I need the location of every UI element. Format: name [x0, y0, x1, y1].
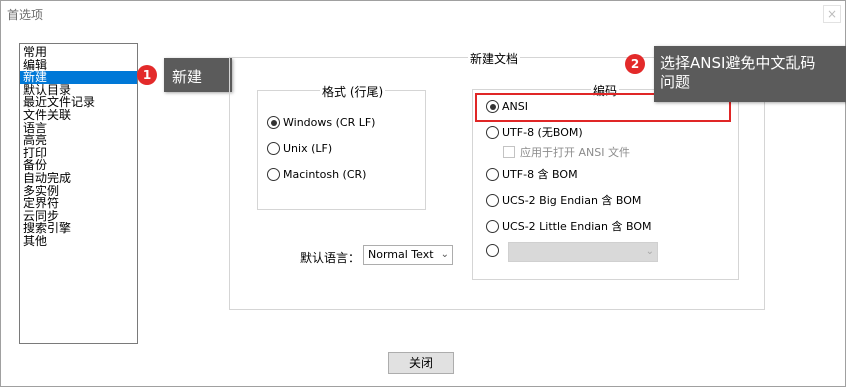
category-item[interactable]: 语言	[20, 122, 137, 135]
callout-ansi-line2: 问题	[660, 73, 691, 91]
format-option-label: Macintosh (CR)	[283, 168, 367, 181]
callout-ansi-tip: 选择ANSI避免中文乱码 问题	[654, 46, 846, 102]
radio-icon[interactable]	[486, 219, 499, 233]
encoding-option-utf8-bom[interactable]: UTF-8 含 BOM	[486, 166, 578, 182]
radio-icon[interactable]	[267, 168, 280, 181]
radio-icon[interactable]	[486, 167, 499, 181]
close-button[interactable]: 关闭	[388, 352, 454, 374]
encoding-option-ucs2-le[interactable]: UCS-2 Little Endian 含 BOM	[486, 218, 651, 234]
callout-badge-1: 1	[137, 65, 157, 85]
category-item[interactable]: 其他	[20, 235, 137, 248]
category-item[interactable]: 搜索引擎	[20, 222, 137, 235]
radio-icon[interactable]	[486, 125, 499, 139]
callout-new: 新建	[164, 58, 232, 92]
format-option-windows[interactable]: Windows (CR LF)	[267, 116, 375, 129]
chevron-down-icon[interactable]: ⌄	[441, 246, 449, 264]
callout-new-text: 新建	[172, 68, 203, 86]
format-option-label: Unix (LF)	[283, 142, 333, 155]
format-group-title: 格式 (行尾)	[320, 83, 386, 100]
apply-ansi-label: 应用于打开 ANSI 文件	[520, 146, 630, 159]
category-item[interactable]: 多实例	[20, 185, 137, 198]
radio-icon[interactable]	[486, 244, 499, 257]
category-item[interactable]: 新建	[20, 71, 137, 84]
encoding-option-label: UCS-2 Big Endian 含 BOM	[502, 194, 642, 207]
title-bar: 首选项 ×	[1, 1, 845, 27]
encoding-option-label: UTF-8 含 BOM	[502, 168, 578, 181]
encoding-option-label: UCS-2 Little Endian 含 BOM	[502, 220, 652, 233]
default-language-label: 默认语言：	[300, 251, 361, 265]
encoding-option-other[interactable]	[486, 244, 502, 257]
category-item[interactable]: 云同步	[20, 210, 137, 223]
encoding-option-ucs2-be[interactable]: UCS-2 Big Endian 含 BOM	[486, 192, 641, 208]
new-document-title: 新建文档	[468, 50, 521, 67]
category-item[interactable]: 最近文件记录	[20, 96, 137, 109]
default-language-select[interactable]: Normal Text ⌄	[363, 245, 453, 265]
category-item[interactable]: 定界符	[20, 197, 137, 210]
category-item[interactable]: 编辑	[20, 59, 137, 72]
window-title: 首选项	[7, 8, 44, 22]
default-language-value: Normal Text	[368, 248, 434, 261]
encoding-option-utf8[interactable]: UTF-8 (无BOM)	[486, 124, 583, 140]
category-item[interactable]: 常用	[20, 46, 137, 59]
radio-icon[interactable]	[267, 116, 280, 129]
encoding-option-ansi[interactable]: ANSI	[486, 100, 528, 113]
format-option-mac[interactable]: Macintosh (CR)	[267, 168, 366, 181]
category-item[interactable]: 打印	[20, 147, 137, 160]
encoding-option-label: ANSI	[502, 100, 528, 113]
format-option-unix[interactable]: Unix (LF)	[267, 142, 332, 155]
category-item[interactable]: 文件关联	[20, 109, 137, 122]
other-encoding-select: ⌄	[508, 242, 658, 262]
close-icon[interactable]: ×	[823, 5, 841, 23]
category-item[interactable]: 高亮	[20, 134, 137, 147]
apply-ansi-checkbox-row: 应用于打开 ANSI 文件	[503, 144, 630, 160]
encoding-option-label: UTF-8 (无BOM)	[502, 126, 583, 139]
category-item[interactable]: 备份	[20, 159, 137, 172]
radio-icon[interactable]	[486, 193, 499, 207]
category-item[interactable]: 自动完成	[20, 172, 137, 185]
category-list[interactable]: 常用 编辑 新建 默认目录 最近文件记录 文件关联 语言 高亮 打印 备份 自动完成 多实例 定界符 云同…	[19, 43, 138, 344]
apply-ansi-checkbox	[503, 146, 515, 158]
category-item[interactable]: 默认目录	[20, 84, 137, 97]
radio-icon[interactable]	[267, 142, 280, 155]
radio-icon[interactable]	[486, 100, 499, 113]
callout-badge-2: 2	[625, 54, 645, 74]
format-option-label: Windows (CR LF)	[283, 116, 376, 129]
preferences-dialog: 首选项 × 常用 编辑 新建 默认目录 最近文件记录 文件关联 语言 高亮 打印 备份 自动完成 多实…	[0, 0, 846, 387]
callout-ansi-line1: 选择ANSI避免中文乱码	[660, 54, 816, 72]
chevron-down-icon: ⌄	[645, 246, 654, 257]
